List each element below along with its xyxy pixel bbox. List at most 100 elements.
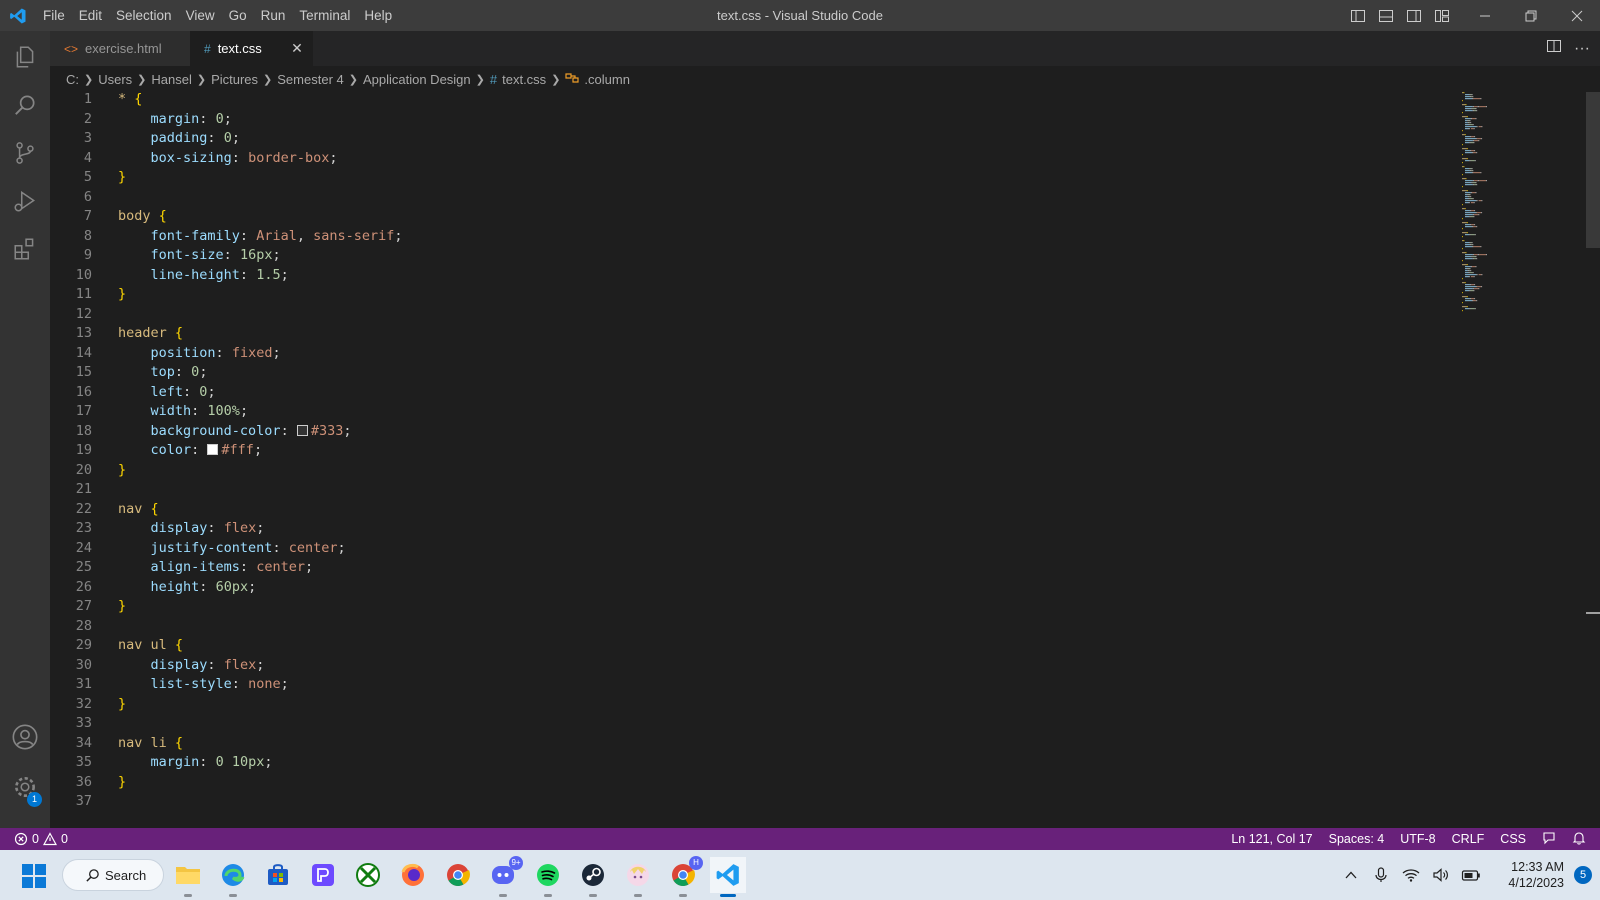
close-tab-icon[interactable]: ✕	[289, 40, 305, 56]
code-line[interactable]: 22 nav {	[50, 499, 1450, 519]
split-editor-icon[interactable]	[1546, 38, 1562, 59]
code-line[interactable]: 20}	[50, 460, 1450, 480]
menu-terminal[interactable]: Terminal	[292, 0, 357, 31]
notifications-bell-icon[interactable]	[1572, 831, 1586, 848]
tab-exercise-html[interactable]: <> exercise.html	[50, 31, 190, 66]
menu-go[interactable]: Go	[222, 0, 254, 31]
minimap[interactable]	[1460, 92, 1500, 312]
microphone-icon[interactable]	[1366, 850, 1396, 900]
taskbar-clock[interactable]: 12:33 AM 4/12/2023	[1494, 859, 1564, 891]
toggle-primary-sidebar-icon[interactable]	[1348, 6, 1368, 26]
breadcrumb-file[interactable]: text.css	[502, 72, 546, 87]
color-swatch[interactable]	[296, 424, 308, 436]
menu-view[interactable]: View	[179, 0, 222, 31]
toggle-secondary-sidebar-icon[interactable]	[1404, 6, 1424, 26]
menu-edit[interactable]: Edit	[72, 0, 109, 31]
customize-layout-icon[interactable]	[1432, 6, 1452, 26]
menu-help[interactable]: Help	[357, 0, 399, 31]
discord-icon[interactable]: 9+	[485, 856, 523, 897]
explorer-icon[interactable]	[0, 33, 50, 81]
code-line[interactable]: 5}	[50, 167, 1450, 187]
code-line[interactable]: 12	[50, 304, 1450, 324]
notification-count-badge[interactable]: 5	[1574, 866, 1592, 884]
code-line[interactable]: 9 font-size: 16px;	[50, 245, 1450, 265]
edge-icon[interactable]	[215, 857, 251, 897]
breadcrumb-item[interactable]: C:	[66, 72, 79, 87]
problems-indicator[interactable]: 0 0	[14, 828, 68, 850]
settings-gear-icon[interactable]: 1	[0, 763, 50, 811]
code-line[interactable]: 35 margin: 0 10px;	[50, 752, 1450, 772]
more-actions-icon[interactable]: ···	[1574, 40, 1590, 57]
source-control-icon[interactable]	[0, 129, 50, 177]
end-of-line[interactable]: CRLF	[1452, 832, 1485, 846]
breadcrumb-symbol[interactable]: .column	[584, 72, 630, 87]
color-swatch[interactable]	[207, 444, 219, 455]
encoding[interactable]: UTF-8	[1400, 832, 1435, 846]
code-line[interactable]: 13 header {	[50, 323, 1450, 343]
feedback-icon[interactable]	[1542, 831, 1556, 848]
code-line[interactable]: 11}	[50, 284, 1450, 304]
code-line[interactable]: 24 justify-content: center;	[50, 538, 1450, 558]
code-line[interactable]: 32}	[50, 694, 1450, 714]
menu-file[interactable]: File	[36, 0, 72, 31]
close-window-icon[interactable]	[1554, 0, 1600, 31]
indentation[interactable]: Spaces: 4	[1329, 832, 1385, 846]
firefox-icon[interactable]	[395, 857, 431, 893]
code-line[interactable]: 17 width: 100%;	[50, 401, 1450, 421]
code-line[interactable]: 18 background-color: #333;	[50, 421, 1450, 441]
code-line[interactable]: 1 * {	[50, 92, 1450, 109]
steam-icon[interactable]	[575, 857, 611, 897]
cursor-position[interactable]: Ln 121, Col 17	[1231, 832, 1312, 846]
code-line[interactable]: 16 left: 0;	[50, 382, 1450, 402]
code-line[interactable]: 36}	[50, 772, 1450, 792]
chevron-up-icon[interactable]	[1336, 850, 1366, 900]
breadcrumb-item[interactable]: Semester 4	[277, 72, 343, 87]
code-line[interactable]: 15 top: 0;	[50, 362, 1450, 382]
code-line[interactable]: 30 display: flex;	[50, 655, 1450, 675]
volume-icon[interactable]	[1426, 850, 1456, 900]
minimize-icon[interactable]	[1462, 0, 1508, 31]
vscode-icon[interactable]	[710, 857, 746, 897]
breadcrumb-item[interactable]: Pictures	[211, 72, 258, 87]
search-icon[interactable]	[0, 81, 50, 129]
extensions-icon[interactable]	[0, 225, 50, 273]
code-line[interactable]: 10 line-height: 1.5;	[50, 265, 1450, 285]
code-line[interactable]: 37	[50, 791, 1450, 811]
code-line[interactable]: 7 body {	[50, 206, 1450, 226]
breadcrumb-item[interactable]: Application Design	[363, 72, 471, 87]
code-line[interactable]: 2 margin: 0;	[50, 109, 1450, 129]
windows-start-icon[interactable]	[18, 860, 50, 892]
code-line[interactable]: 28	[50, 616, 1450, 636]
xbox-icon[interactable]	[350, 857, 386, 893]
code-line[interactable]: 3 padding: 0;	[50, 128, 1450, 148]
taskbar-search[interactable]: Search	[62, 859, 164, 891]
code-editor[interactable]: 1 * {2 margin: 0; 3 padding: 0; 4 box-sizin…	[50, 92, 1600, 828]
code-line[interactable]: 23 display: flex;	[50, 518, 1450, 538]
chrome-profile-icon[interactable]: H	[665, 856, 703, 897]
code-line[interactable]: 33	[50, 713, 1450, 733]
code-line[interactable]: 34 nav li {	[50, 733, 1450, 753]
code-line[interactable]: 25 align-items: center;	[50, 557, 1450, 577]
code-line[interactable]: 14 position: fixed;	[50, 343, 1450, 363]
code-line[interactable]: 19 color: #fff;	[50, 440, 1450, 460]
code-line[interactable]: 6	[50, 187, 1450, 207]
code-line[interactable]: 29 nav ul {	[50, 635, 1450, 655]
breadcrumb-item[interactable]: Hansel	[151, 72, 191, 87]
restore-icon[interactable]	[1508, 0, 1554, 31]
code-line[interactable]: 31 list-style: none;	[50, 674, 1450, 694]
code-line[interactable]: 4 box-sizing: border-box;	[50, 148, 1450, 168]
menu-selection[interactable]: Selection	[109, 0, 179, 31]
tab-text-css[interactable]: # text.css ✕	[190, 31, 313, 66]
anime-app-icon[interactable]	[620, 857, 656, 897]
code-line[interactable]: 8 font-family: Arial, sans-serif;	[50, 226, 1450, 246]
breadcrumb-item[interactable]: Users	[98, 72, 132, 87]
language-mode[interactable]: CSS	[1500, 832, 1526, 846]
scrollbar-thumb[interactable]	[1586, 92, 1600, 248]
chrome-icon[interactable]	[440, 857, 476, 893]
toggle-panel-icon[interactable]	[1376, 6, 1396, 26]
store-icon[interactable]	[260, 857, 296, 893]
account-icon[interactable]	[0, 713, 50, 761]
menu-run[interactable]: Run	[254, 0, 293, 31]
battery-icon[interactable]	[1456, 850, 1486, 900]
code-line[interactable]: 21	[50, 479, 1450, 499]
